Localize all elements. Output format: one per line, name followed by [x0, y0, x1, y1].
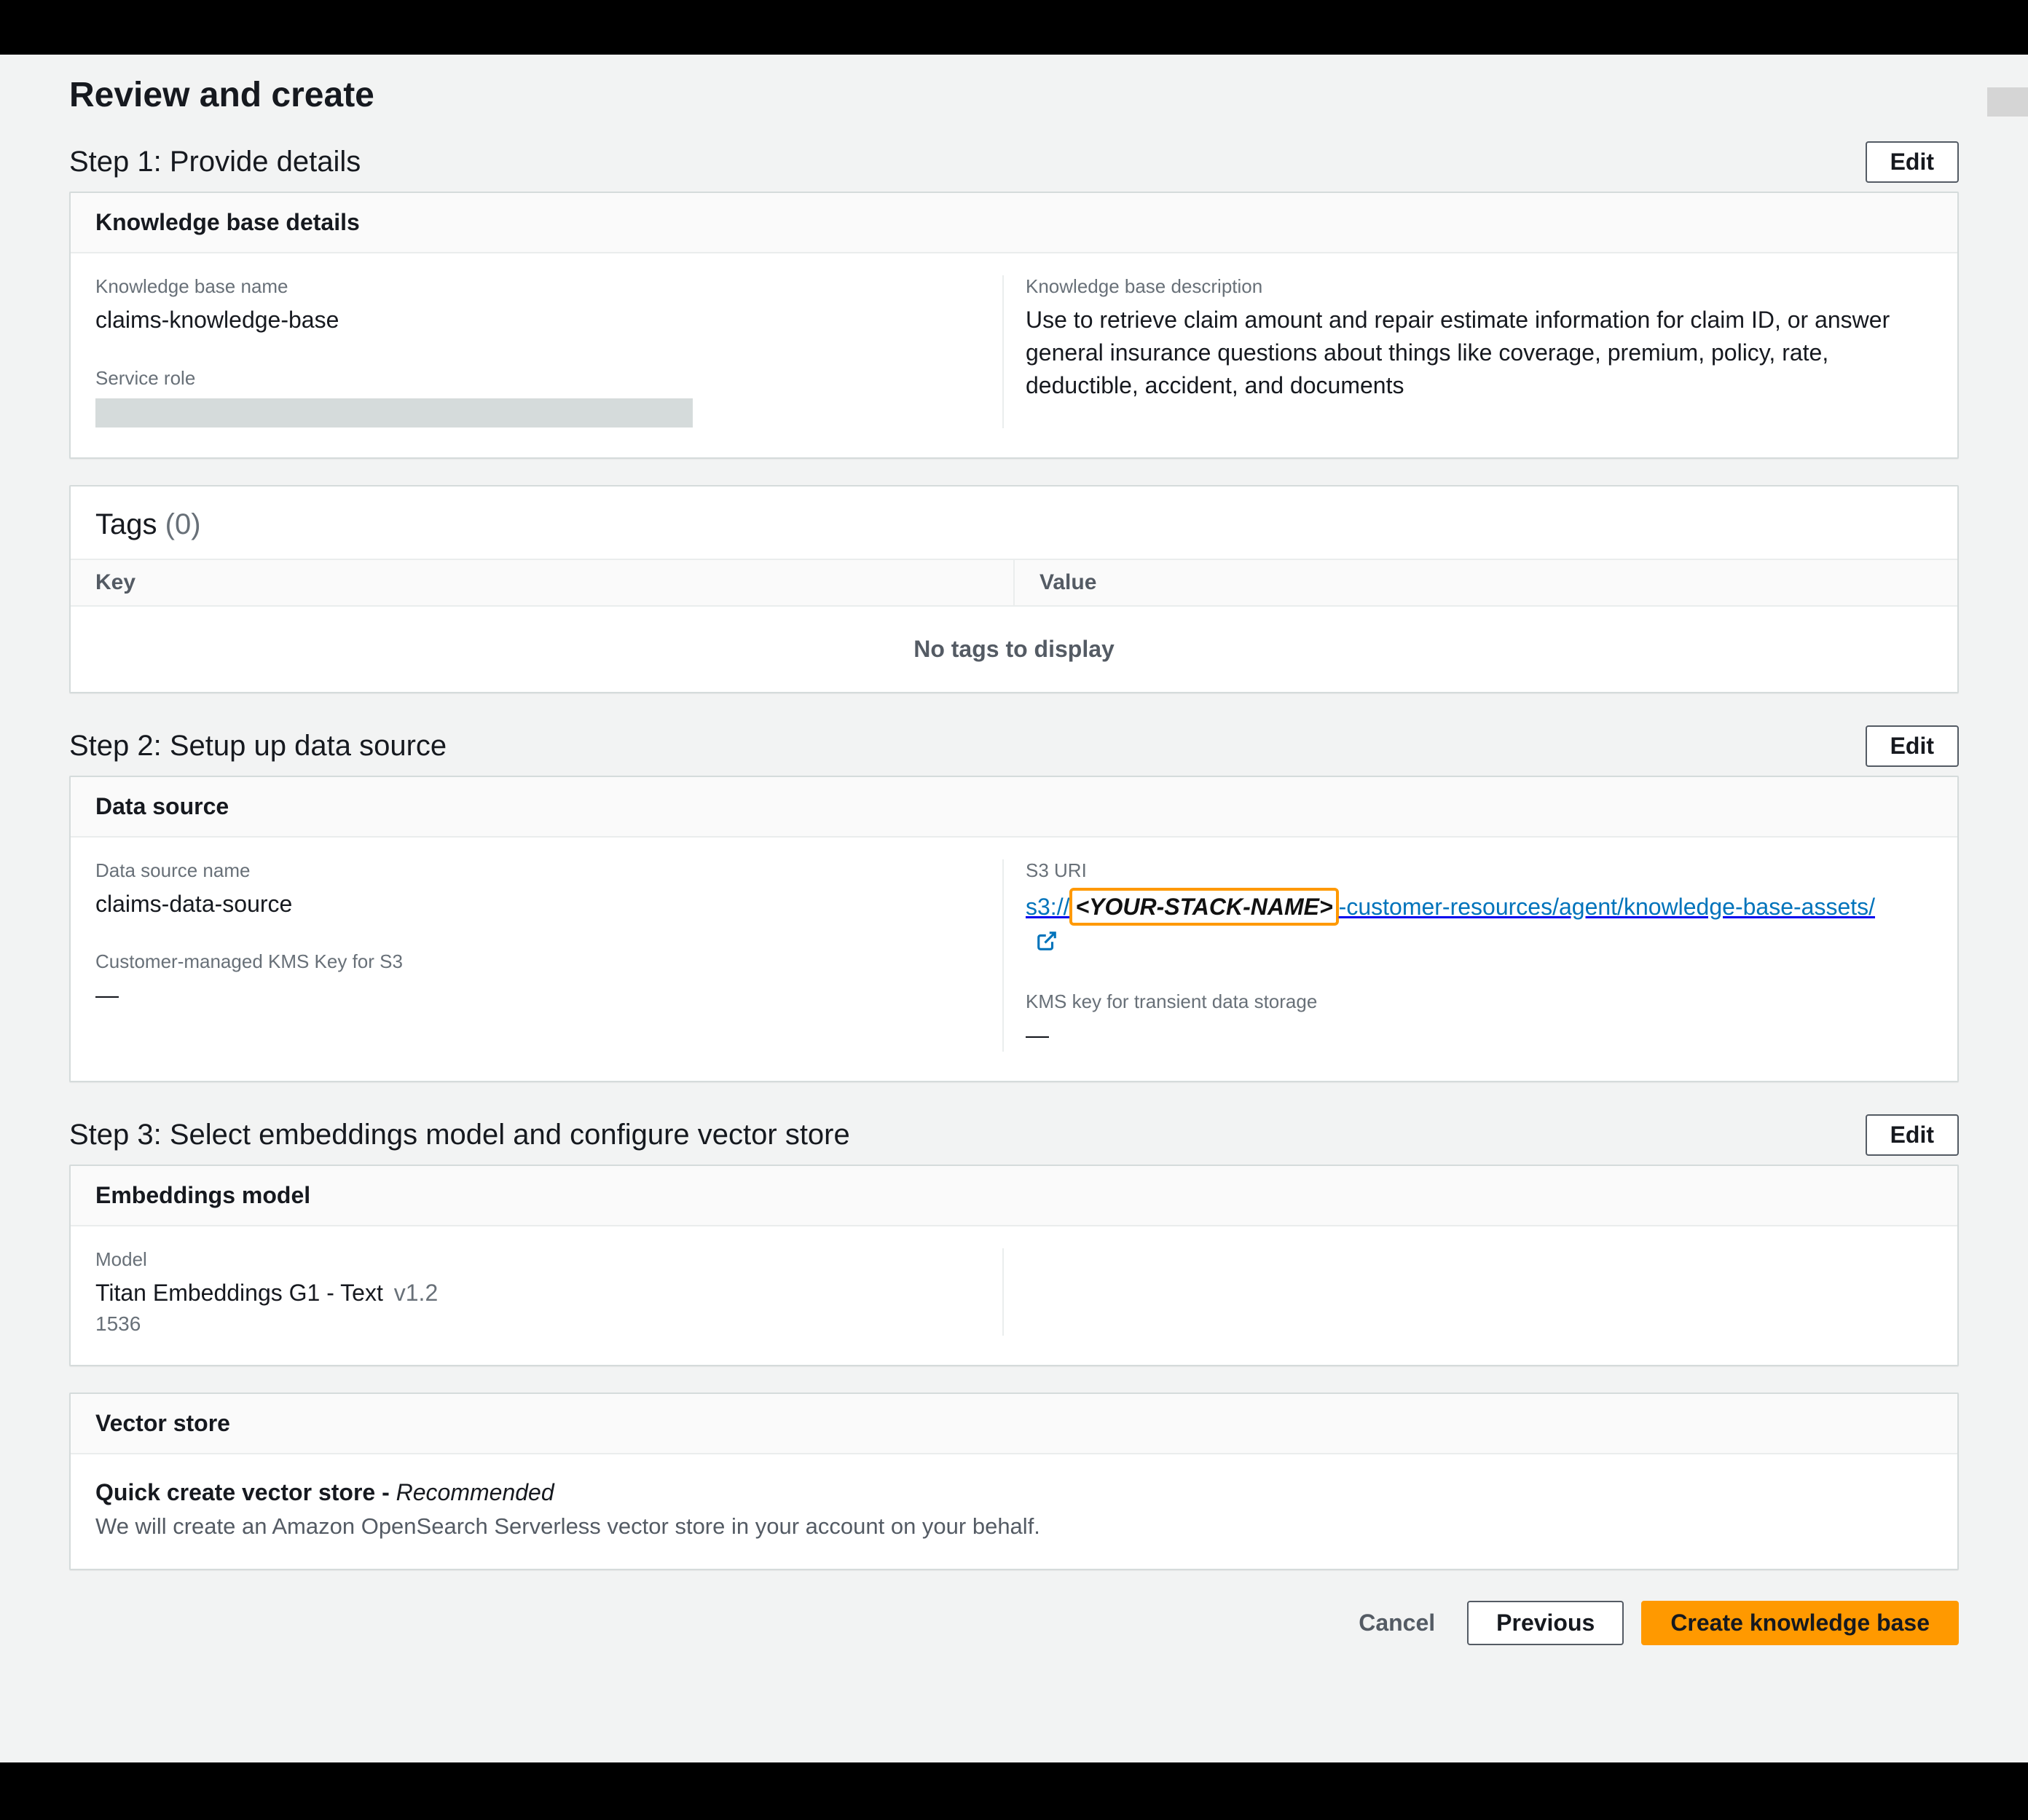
- vector-store-title: Quick create vector store - Recommended: [95, 1476, 1933, 1509]
- create-knowledge-base-button[interactable]: Create knowledge base: [1641, 1601, 1959, 1645]
- kms-transient-value: —: [1026, 1019, 1911, 1052]
- page-title: Review and create: [69, 55, 1959, 141]
- top-black-bar: [0, 0, 2028, 55]
- kb-name-label: Knowledge base name: [95, 275, 980, 298]
- s3-uri-link[interactable]: s3://<YOUR-STACK-NAME>-customer-resource…: [1026, 894, 1875, 956]
- edit-step3-button[interactable]: Edit: [1866, 1114, 1959, 1156]
- embeddings-panel-title: Embeddings model: [71, 1166, 1957, 1226]
- vector-store-desc: We will create an Amazon OpenSearch Serv…: [95, 1513, 1933, 1540]
- tags-header: Tags (0): [71, 486, 1957, 559]
- kb-desc-label: Knowledge base description: [1026, 275, 1911, 298]
- model-version: v1.2: [394, 1280, 438, 1306]
- data-source-panel-title: Data source: [71, 777, 1957, 838]
- edit-step1-button[interactable]: Edit: [1866, 141, 1959, 183]
- edit-step2-button[interactable]: Edit: [1866, 725, 1959, 767]
- kms-transient-label: KMS key for transient data storage: [1026, 990, 1911, 1013]
- vs-title-suffix: Recommended: [396, 1479, 554, 1505]
- ds-name-label: Data source name: [95, 859, 980, 882]
- model-name: Titan Embeddings G1 - Text: [95, 1280, 383, 1306]
- tags-panel: Tags (0) Key Value No tags to display: [69, 485, 1959, 693]
- s3-rest: -customer-resources/agent/knowledge-base…: [1339, 894, 1875, 920]
- step2-header: Step 2: Setup up data source Edit: [69, 725, 1959, 767]
- bottom-black-bar: [0, 1762, 2028, 1820]
- kb-details-panel-title: Knowledge base details: [71, 193, 1957, 253]
- kb-desc-value: Use to retrieve claim amount and repair …: [1026, 304, 1911, 401]
- cancel-button[interactable]: Cancel: [1344, 1602, 1450, 1644]
- kb-details-panel: Knowledge base details Knowledge base na…: [69, 192, 1959, 459]
- step3-header: Step 3: Select embeddings model and conf…: [69, 1114, 1959, 1156]
- s3-uri-label: S3 URI: [1026, 859, 1911, 882]
- embeddings-panel: Embeddings model Model Titan Embeddings …: [69, 1165, 1959, 1366]
- s3-stack-name-placeholder: <YOUR-STACK-NAME>: [1069, 888, 1338, 926]
- kb-name-value: claims-knowledge-base: [95, 304, 980, 336]
- vector-store-panel: Vector store Quick create vector store -…: [69, 1392, 1959, 1570]
- step1-header: Step 1: Provide details Edit: [69, 141, 1959, 183]
- vector-store-panel-title: Vector store: [71, 1394, 1957, 1454]
- vs-title-prefix: Quick create vector store -: [95, 1479, 396, 1505]
- kms-s3-value: —: [95, 979, 980, 1012]
- data-source-panel: Data source Data source name claims-data…: [69, 776, 1959, 1083]
- service-role-label: Service role: [95, 367, 980, 390]
- tags-title: Tags: [95, 508, 157, 540]
- tags-col-key: Key: [71, 560, 1013, 605]
- s3-prefix: s3://: [1026, 894, 1069, 920]
- tags-count: (0): [165, 508, 201, 540]
- step1-title: Step 1: Provide details: [69, 146, 361, 178]
- step3-title: Step 3: Select embeddings model and conf…: [69, 1119, 850, 1151]
- model-dim: 1536: [95, 1312, 980, 1336]
- scrollbar-stub[interactable]: [1987, 87, 2028, 117]
- tags-empty: No tags to display: [71, 607, 1957, 692]
- tags-col-value: Value: [1013, 560, 1957, 605]
- previous-button[interactable]: Previous: [1467, 1601, 1624, 1645]
- footer-buttons: Cancel Previous Create knowledge base: [0, 1592, 2028, 1645]
- model-label: Model: [95, 1248, 980, 1271]
- step2-title: Step 2: Setup up data source: [69, 730, 447, 763]
- external-link-icon: [1036, 928, 1058, 961]
- model-value: Titan Embeddings G1 - Text v1.2: [95, 1277, 980, 1309]
- ds-name-value: claims-data-source: [95, 888, 980, 921]
- page-canvas: Review and create Step 1: Provide detail…: [0, 55, 2028, 1762]
- kms-s3-label: Customer-managed KMS Key for S3: [95, 950, 980, 973]
- service-role-value-redacted: [95, 398, 693, 428]
